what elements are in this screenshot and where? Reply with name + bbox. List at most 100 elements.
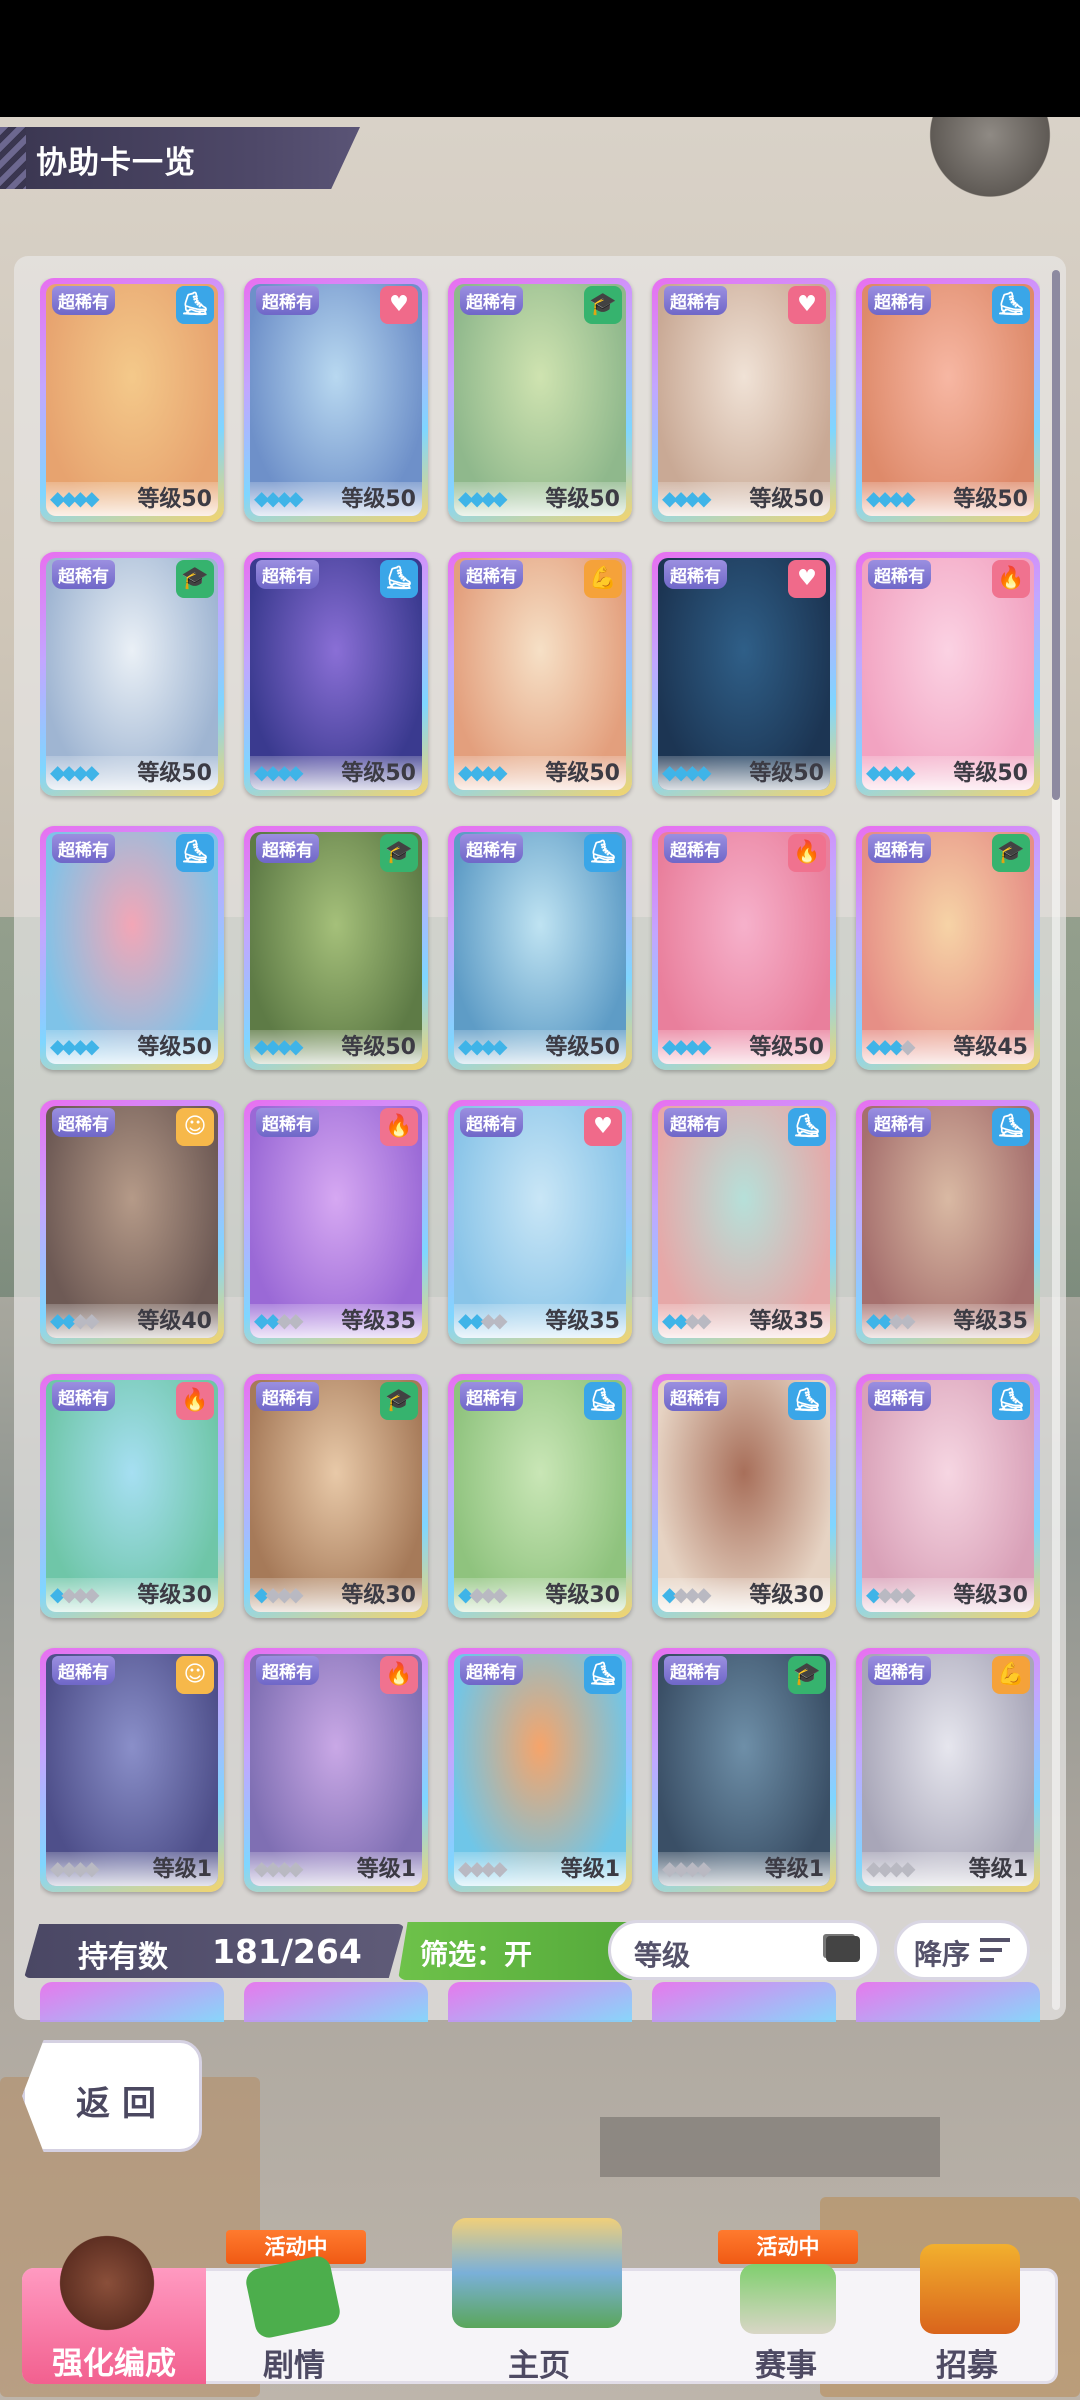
support-card[interactable]: 超稀有 ♥ ◆◆◆◆ 等级50 [244,278,428,522]
gem-icon: ◆ [469,486,485,510]
friend-type-icon: ♥ [788,560,826,598]
gem-icon: ◆ [900,1034,916,1058]
support-card[interactable]: 超稀有 ⛸ ◆◆◆◆ 等级30 [652,1374,836,1618]
support-card-frame: 超稀有 ⛸ ◆◆◆◆ 等级50 [862,284,1034,516]
rarity-badge: 超稀有 [256,1108,319,1137]
gem-icon: ◆ [673,1034,689,1058]
school-building-icon [452,2218,622,2328]
card-level: 等级30 [341,1583,416,1608]
support-card[interactable]: 超稀有 🎓 ◆◆◆◆ 等级50 [244,826,428,1070]
gem-icon: ◆ [900,1856,916,1880]
support-card-frame: 超稀有 ⛸ ◆◆◆◆ 等级50 [46,832,218,1064]
support-card-partial[interactable] [856,1982,1040,2022]
support-card-frame: 超稀有 💪 ◆◆◆◆ 等级50 [454,558,626,790]
card-level: 等级30 [749,1583,824,1608]
support-card[interactable]: 超稀有 🔥 ◆◆◆◆ 等级50 [652,826,836,1070]
limit-break-gems: ◆◆◆◆ [458,1034,508,1058]
gem-icon: ◆ [696,760,712,784]
support-card[interactable]: 超稀有 ♥ ◆◆◆◆ 等级35 [448,1100,632,1344]
speed-type-icon: ⛸ [176,286,214,324]
support-card[interactable]: 超稀有 🎓 ◆◆◆◆ 等级30 [244,1374,428,1618]
support-card[interactable]: 超稀有 ⛸ ◆◆◆◆ 等级50 [856,278,1040,522]
gem-icon: ◆ [458,760,474,784]
nav-gacha[interactable]: 招募 [876,2244,1058,2384]
speed-type-icon: ⛸ [992,286,1030,324]
gem-icon: ◆ [866,1856,882,1880]
gem-icon: ◆ [469,1856,485,1880]
gem-icon: ◆ [684,1308,701,1332]
support-card[interactable]: 超稀有 ⛸ ◆◆◆◆ 等级50 [40,826,224,1070]
support-card[interactable]: 超稀有 🎓 ◆◆◆◆ 等级50 [40,552,224,796]
nav-home[interactable]: 主页 [382,2218,696,2384]
limit-break-gems: ◆◆◆◆ [254,486,304,510]
support-card[interactable]: 超稀有 💪 ◆◆◆◆ 等级1 [856,1648,1040,1892]
support-card[interactable]: 超稀有 🔥 ◆◆◆◆ 等级50 [856,552,1040,796]
speed-type-icon: ⛸ [788,1382,826,1420]
gem-icon: ◆ [84,760,100,784]
gem-icon: ◆ [480,1034,497,1058]
support-card[interactable]: 超稀有 ⛸ ◆◆◆◆ 等级50 [448,826,632,1070]
support-card[interactable]: 超稀有 🎓 ◆◆◆◆ 等级1 [652,1648,836,1892]
card-level: 等级35 [749,1309,824,1334]
support-card-frame: 超稀有 🎓 ◆◆◆◆ 等级50 [46,558,218,790]
scrollbar-thumb[interactable] [1052,270,1060,800]
limit-break-gems: ◆◆◆◆ [458,1582,508,1606]
gem-icon: ◆ [72,486,89,510]
nav-story[interactable]: 活动中 剧情 [206,2230,382,2384]
support-card[interactable]: 超稀有 ⛸ ◆◆◆◆ 等级35 [856,1100,1040,1344]
support-card[interactable]: 超稀有 ♥ ◆◆◆◆ 等级50 [652,552,836,796]
support-card[interactable]: 超稀有 ⛸ ◆◆◆◆ 等级30 [856,1374,1040,1618]
support-card[interactable]: 超稀有 💪 ◆◆◆◆ 等级50 [448,552,632,796]
gem-icon: ◆ [696,1034,712,1058]
guts-type-icon: 🔥 [176,1382,214,1420]
gem-icon: ◆ [469,1308,485,1332]
support-card[interactable]: 超稀有 ⛸ ◆◆◆◆ 等级50 [40,278,224,522]
nav-race-badge: 活动中 [718,2230,858,2264]
support-card[interactable]: 超稀有 🔥 ◆◆◆◆ 等级30 [40,1374,224,1618]
limit-break-gems: ◆◆◆◆ [254,1308,304,1332]
gem-icon: ◆ [61,1582,77,1606]
gem-icon: ◆ [673,1856,689,1880]
limit-break-gems: ◆◆◆◆ [254,1034,304,1058]
gem-icon: ◆ [276,1034,293,1058]
support-card[interactable]: 超稀有 ⛸ ◆◆◆◆ 等级30 [448,1374,632,1618]
rarity-badge: 超稀有 [868,834,931,863]
support-card-frame: 超稀有 💪 ◆◆◆◆ 等级1 [862,1654,1034,1886]
card-level: 等级50 [749,487,824,512]
wisdom-type-icon: 🎓 [176,560,214,598]
gem-icon: ◆ [877,1856,893,1880]
support-card-frame: 超稀有 🔥 ◆◆◆◆ 等级35 [250,1106,422,1338]
rarity-badge: 超稀有 [460,1382,523,1411]
support-card-frame: 超稀有 ♥ ◆◆◆◆ 等级50 [658,558,830,790]
support-card[interactable]: 超稀有 🔥 ◆◆◆◆ 等级1 [244,1648,428,1892]
wisdom-type-icon: 🎓 [584,286,622,324]
nav-race[interactable]: 活动中 赛事 [696,2230,876,2384]
support-card[interactable]: 超稀有 ☺ ◆◆◆◆ 等级40 [40,1100,224,1344]
nav-story-badge: 活动中 [226,2230,366,2264]
support-card[interactable]: 超稀有 ⛸ ◆◆◆◆ 等级35 [652,1100,836,1344]
support-card-partial[interactable] [244,1982,428,2022]
support-card[interactable]: 超稀有 ⛸ ◆◆◆◆ 等级50 [244,552,428,796]
wisdom-type-icon: 🎓 [380,1382,418,1420]
gem-icon: ◆ [696,1582,712,1606]
header-tab: 协助卡一览 [0,127,360,189]
support-card-partial[interactable] [652,1982,836,2022]
nav-enhance[interactable]: 强化编成 [22,2228,206,2384]
support-card[interactable]: 超稀有 🎓 ◆◆◆◆ 等级45 [856,826,1040,1070]
gem-icon: ◆ [684,1582,701,1606]
support-card[interactable]: 超稀有 🔥 ◆◆◆◆ 等级35 [244,1100,428,1344]
support-card[interactable]: 超稀有 ☺ ◆◆◆◆ 等级1 [40,1648,224,1892]
gem-icon: ◆ [888,760,905,784]
support-card-partial[interactable] [40,1982,224,2022]
friend-type-icon: ♥ [788,286,826,324]
support-card[interactable]: 超稀有 ⛸ ◆◆◆◆ 等级1 [448,1648,632,1892]
support-card[interactable]: 超稀有 🎓 ◆◆◆◆ 等级50 [448,278,632,522]
card-level: 等级50 [341,1035,416,1060]
gem-icon: ◆ [469,760,485,784]
support-card-frame: 超稀有 🎓 ◆◆◆◆ 等级50 [454,284,626,516]
support-card[interactable]: 超稀有 ♥ ◆◆◆◆ 等级50 [652,278,836,522]
rarity-badge: 超稀有 [868,1656,931,1685]
support-card-partial[interactable] [448,1982,632,2022]
sort-menu-icon[interactable] [826,1936,860,1962]
limit-break-gems: ◆◆◆◆ [458,1308,508,1332]
